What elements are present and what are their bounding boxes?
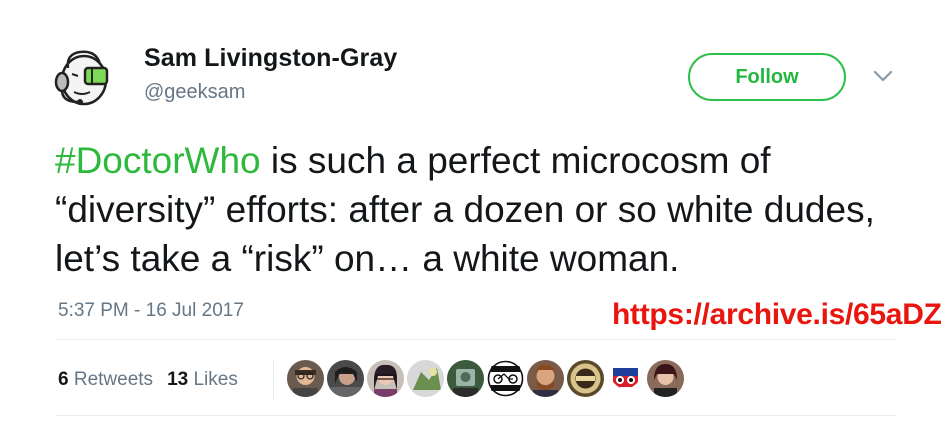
stats-separator — [273, 360, 274, 400]
retweets-count: 6 — [58, 369, 69, 390]
robot-headset-avatar-icon — [54, 50, 109, 106]
tweet-text: #DoctorWho is such a perfect microcosm o… — [55, 136, 915, 283]
tweet-timestamp[interactable]: 5:37 PM - 16 Jul 2017 — [58, 300, 244, 322]
liker-avatars — [287, 360, 684, 400]
hashtag-link[interactable]: #DoctorWho — [55, 140, 261, 181]
retweets-stat[interactable]: 6 Retweets — [58, 369, 153, 390]
liker-avatar[interactable] — [447, 360, 484, 397]
divider — [55, 415, 896, 416]
chevron-down-icon[interactable] — [872, 68, 894, 84]
likes-label: Likes — [193, 369, 238, 390]
author-handle[interactable]: @geeksam — [144, 81, 397, 104]
liker-avatar[interactable] — [407, 360, 444, 397]
liker-avatar[interactable] — [607, 360, 644, 397]
author-block: Sam Livingston-Gray @geeksam — [144, 44, 397, 104]
liker-avatar[interactable] — [287, 360, 324, 397]
archive-link-overlay: https://archive.is/65aDZ — [612, 298, 942, 331]
liker-avatar[interactable] — [567, 360, 604, 397]
liker-avatar[interactable] — [647, 360, 684, 397]
likes-stat[interactable]: 13 Likes — [167, 369, 238, 390]
liker-avatar[interactable] — [367, 360, 404, 397]
liker-avatar[interactable] — [487, 360, 524, 397]
retweets-label: Retweets — [73, 369, 154, 390]
likes-count: 13 — [167, 369, 189, 390]
tweet-stats: 6 Retweets 13 Likes — [58, 369, 238, 391]
avatar[interactable] — [50, 44, 120, 114]
follow-button[interactable]: Follow — [688, 53, 846, 101]
divider — [55, 339, 896, 340]
liker-avatar[interactable] — [327, 360, 364, 397]
author-display-name[interactable]: Sam Livingston-Gray — [144, 44, 397, 73]
liker-avatar[interactable] — [527, 360, 564, 397]
